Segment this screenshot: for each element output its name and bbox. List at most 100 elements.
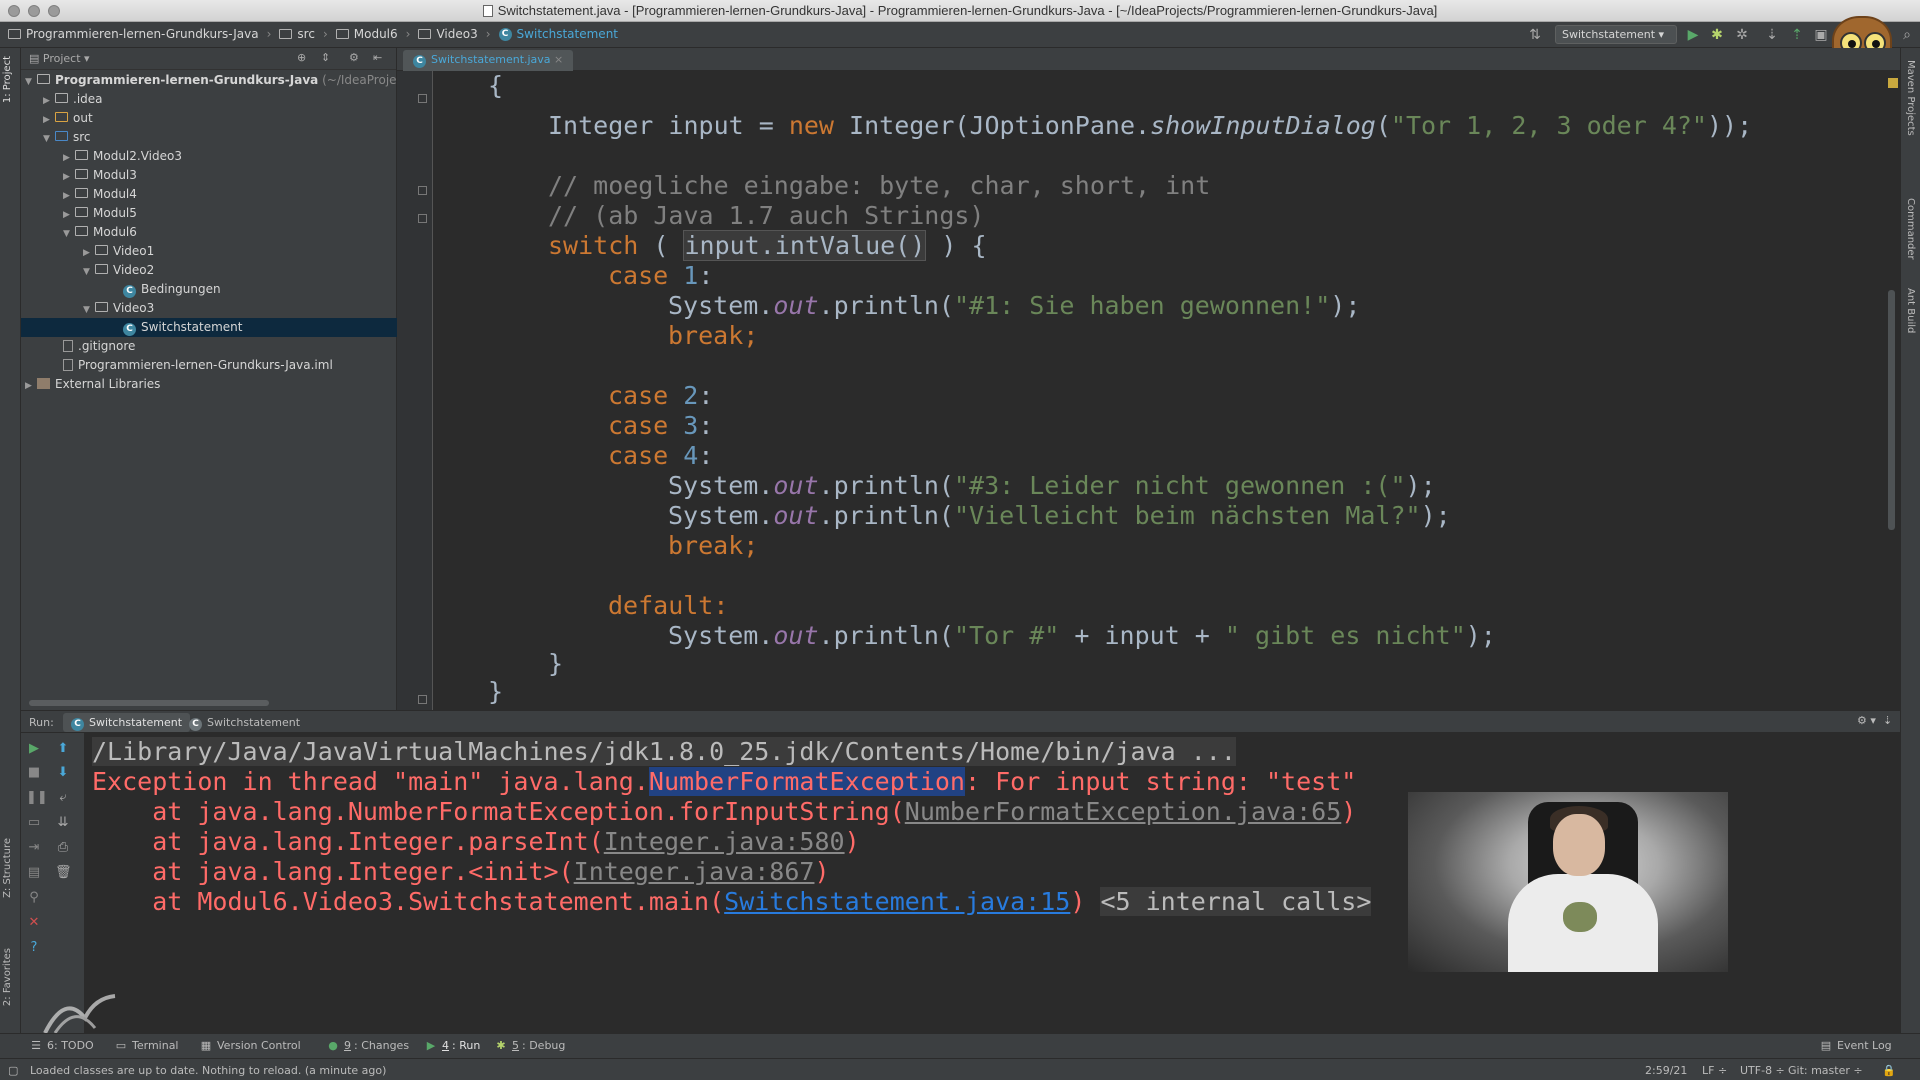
inspection-status-icon[interactable] <box>1888 78 1898 88</box>
tree-item-external-libraries[interactable]: ▶ External Libraries <box>21 375 397 394</box>
debug-tool-tab[interactable]: ✱ 5: Debug <box>495 1039 565 1052</box>
commander-tool-tab[interactable]: Commander <box>1905 198 1916 260</box>
scroll-from-source-icon[interactable]: ⊕ <box>297 51 306 64</box>
chevron-down-icon[interactable]: ▾ <box>84 52 90 65</box>
tree-item-iml[interactable]: Programmieren-lernen-Grundkurs-Java.iml <box>21 356 397 375</box>
tree-item-idea[interactable]: ▶ .idea <box>21 90 397 109</box>
run-tab-switchstatement-1[interactable]: C Switchstatement <box>63 713 191 732</box>
event-log-tool-tab[interactable]: ▤ Event Log <box>1820 1039 1892 1052</box>
hide-panel-icon[interactable]: ⇤ <box>373 51 382 64</box>
stack-trace-link[interactable]: Integer.java:580 <box>604 827 845 856</box>
structure-icon[interactable]: ▣ <box>1812 26 1830 44</box>
tree-item-video3[interactable]: ▼ Video3 <box>21 299 397 318</box>
tree-item-modul6[interactable]: ▼ Modul6 <box>21 223 397 242</box>
tree-item-switchstatement[interactable]: C Switchstatement <box>21 318 397 337</box>
fold-marker-icon[interactable] <box>418 94 427 103</box>
vcs-push-icon[interactable]: ⇡ <box>1788 26 1806 44</box>
fold-marker-icon[interactable] <box>418 214 427 223</box>
search-icon[interactable]: ⌕ <box>1898 26 1916 44</box>
tree-item-video2[interactable]: ▼ Video2 <box>21 261 397 280</box>
close-tab-icon[interactable]: × <box>554 53 563 66</box>
project-horizontal-scrollbar[interactable] <box>29 700 269 706</box>
ant-build-tool-tab[interactable]: Ant Build <box>1905 288 1916 333</box>
vcs-commit-icon[interactable]: ⇣ <box>1763 26 1781 44</box>
code-editor[interactable]: { Integer input = new Integer(JOptionPan… <box>433 71 1900 710</box>
help-icon[interactable]: ? <box>26 940 42 956</box>
changes-tool-tab[interactable]: ● 9: Changes <box>327 1039 409 1052</box>
stack-trace-link[interactable]: NumberFormatException.java:65 <box>905 797 1342 826</box>
vcs-update-icon[interactable]: ⇅ <box>1526 26 1544 44</box>
gear-icon[interactable]: ⚙ <box>349 51 359 64</box>
up-arrow-icon[interactable]: ⬆ <box>55 741 71 757</box>
close-icon[interactable]: ✕ <box>26 915 42 931</box>
caret-position[interactable]: 2:59/21 <box>1645 1064 1687 1077</box>
event-log-icon: ▤ <box>1820 1038 1832 1052</box>
project-view-select[interactable]: Project <box>43 52 81 65</box>
tree-item-video1[interactable]: ▶ Video1 <box>21 242 397 261</box>
tree-item-out[interactable]: ▶ out <box>21 109 397 128</box>
run-tool-tab[interactable]: ▶ 4: Run <box>425 1039 481 1052</box>
status-message[interactable]: Loaded classes are up to date. Nothing t… <box>30 1064 386 1077</box>
code-line: System.out.println("Vielleicht beim näch… <box>668 501 1451 530</box>
tree-item-modul2-video3[interactable]: ▶ Modul2.Video3 <box>21 147 397 166</box>
code-line: break; <box>668 531 759 560</box>
stop-icon[interactable]: ■ <box>26 765 42 781</box>
print-icon[interactable]: ⎙ <box>55 840 71 856</box>
coverage-icon[interactable]: ✲ <box>1733 26 1751 44</box>
tree-item-bedingungen[interactable]: C Bedingungen <box>21 280 397 299</box>
layout-icon[interactable]: ▤ <box>26 865 42 881</box>
file-encoding[interactable]: UTF-8 ÷ <box>1740 1064 1785 1077</box>
project-tool-tab[interactable]: 1: Project <box>2 56 13 103</box>
tree-item-modul5[interactable]: ▶ Modul5 <box>21 204 397 223</box>
tree-item-modul4[interactable]: ▶ Modul4 <box>21 185 397 204</box>
run-configuration-select[interactable]: Switchstatement ▾ <box>1555 25 1677 44</box>
folder-icon <box>55 112 68 122</box>
folder-icon <box>8 29 21 39</box>
maven-tool-tab[interactable]: Maven Projects <box>1905 60 1916 136</box>
down-arrow-icon[interactable]: ⬇ <box>55 765 71 781</box>
breadcrumb-switchstatement[interactable]: C Switchstatement <box>498 27 618 41</box>
breadcrumb-src[interactable]: src › <box>279 27 328 41</box>
breadcrumb-video3[interactable]: Video3 › <box>418 27 491 41</box>
version-control-tool-tab[interactable]: ▦ Version Control <box>200 1039 301 1052</box>
editor-vertical-scrollbar[interactable] <box>1888 290 1895 530</box>
line-separator[interactable]: LF ÷ <box>1702 1064 1727 1077</box>
breadcrumb-modul6[interactable]: Modul6 › <box>335 27 410 41</box>
hide-panel-icon[interactable]: ⇣ <box>1883 714 1892 727</box>
git-branch[interactable]: Git: master ÷ <box>1788 1064 1863 1077</box>
pause-icon[interactable]: ❚❚ <box>26 790 48 806</box>
dump-threads-icon[interactable]: ▭ <box>26 815 42 831</box>
fold-marker-icon[interactable] <box>418 695 427 704</box>
lock-icon[interactable]: 🔒 <box>1882 1064 1896 1077</box>
scroll-to-end-icon[interactable]: ⇊ <box>55 815 71 831</box>
file-icon <box>63 340 73 352</box>
tab-switchstatement-java[interactable]: C Switchstatement.java × <box>403 50 574 71</box>
status-panel-icon[interactable]: ▢ <box>8 1064 18 1077</box>
breadcrumb-project[interactable]: Programmieren-lernen-Grundkurs-Java › <box>8 27 271 41</box>
run-icon[interactable]: ▶ <box>1684 26 1702 44</box>
chevron-right-icon[interactable]: ▶ <box>25 377 37 396</box>
tree-item-project-root[interactable]: ▼ Programmieren-lernen-Grundkurs-Java (~/… <box>21 71 403 90</box>
debug-icon[interactable]: ✱ <box>1708 26 1726 44</box>
tree-item-src[interactable]: ▼ src <box>21 128 397 147</box>
tree-item-modul3[interactable]: ▶ Modul3 <box>21 166 397 185</box>
rerun-icon[interactable]: ▶ <box>26 741 42 757</box>
favorites-tool-tab[interactable]: 2: Favorites <box>2 948 13 1006</box>
fold-marker-icon[interactable] <box>418 186 427 195</box>
trash-icon[interactable]: 🗑 <box>55 865 72 881</box>
run-tab-switchstatement-2[interactable]: C Switchstatement <box>181 713 308 732</box>
pin-icon[interactable]: ⚲ <box>26 890 42 906</box>
soft-wrap-icon[interactable]: ⤶ <box>55 790 71 806</box>
collapse-all-icon[interactable]: ⇕ <box>321 51 330 64</box>
terminal-tool-tab[interactable]: ▭ Terminal <box>115 1039 179 1052</box>
editor-gutter[interactable] <box>397 71 433 710</box>
gear-icon[interactable]: ⚙ ▾ <box>1857 714 1876 727</box>
todo-tool-tab[interactable]: ☰ 6: TODO <box>30 1039 94 1052</box>
stack-trace-link[interactable]: Integer.java:867 <box>574 857 815 886</box>
stack-trace-link[interactable]: Switchstatement.java:15 <box>724 887 1070 916</box>
tree-item-gitignore[interactable]: .gitignore <box>21 337 397 356</box>
structure-tool-tab[interactable]: Z: Structure <box>2 838 13 898</box>
internal-calls-fold[interactable]: <5 internal calls> <box>1100 887 1372 916</box>
tool-window-bar: ☰ 6: TODO ▭ Terminal ▦ Version Control ● 9: … <box>0 1033 1920 1058</box>
restore-layout-icon[interactable]: ⇥ <box>26 840 42 856</box>
